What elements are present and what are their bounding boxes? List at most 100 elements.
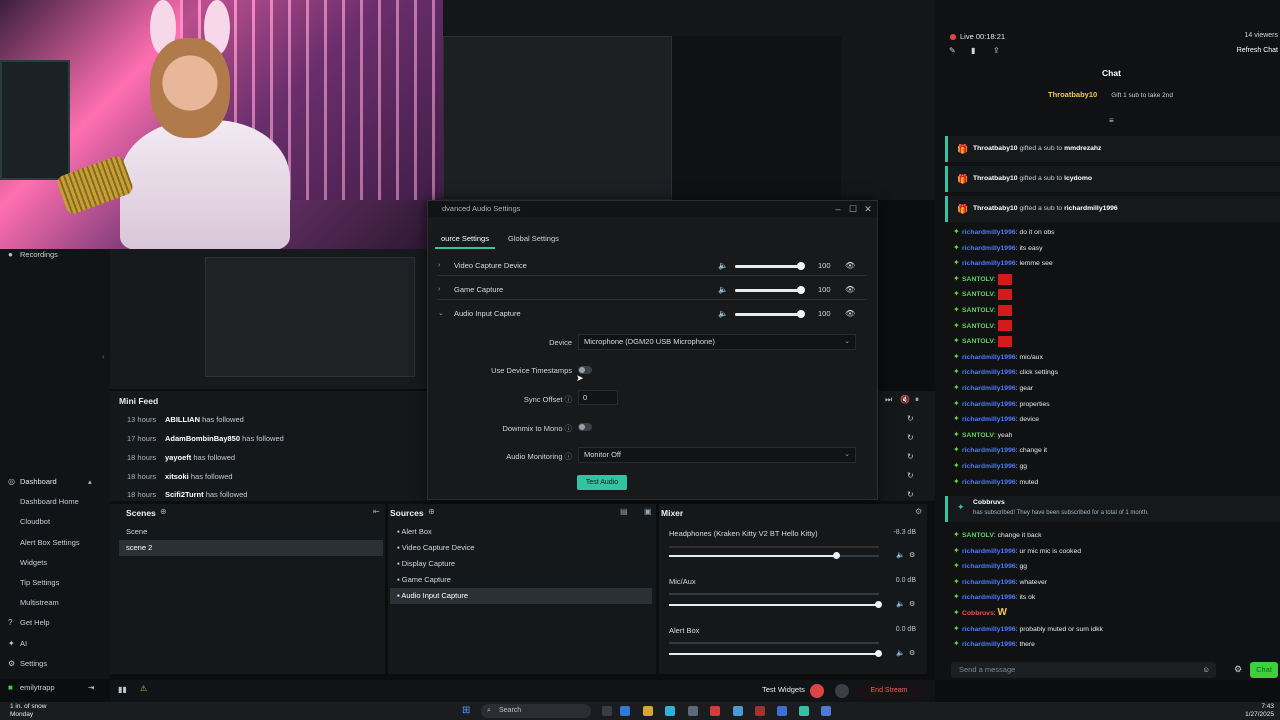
chrome-icon[interactable] xyxy=(733,706,743,716)
chat-username[interactable]: SANTOLV xyxy=(962,276,994,283)
volume-slider[interactable] xyxy=(735,262,805,270)
volume-slider[interactable] xyxy=(735,310,805,318)
replay-icon[interactable]: ↻ xyxy=(907,452,914,461)
app-icon[interactable] xyxy=(777,706,787,716)
chat-username[interactable]: richardmilly1996 xyxy=(962,354,1016,361)
taskbar-search[interactable]: ⌕ Search xyxy=(481,704,591,718)
sidebar-item-tip-settings[interactable]: Tip Settings xyxy=(0,573,110,593)
record-button[interactable] xyxy=(810,684,824,698)
gear-icon[interactable]: ⚙ xyxy=(909,600,915,608)
gear-icon[interactable]: ⚙ xyxy=(1234,664,1242,675)
chevron-down-icon[interactable]: ⌄ xyxy=(438,304,448,324)
add-source-icon[interactable]: ⊕ xyxy=(428,507,435,516)
chat-username[interactable]: SANTOLV xyxy=(962,291,994,298)
sidebar-item-ai[interactable]: ✦ AI xyxy=(0,634,110,654)
sidebar-item-alert-box-settings[interactable]: Alert Box Settings xyxy=(0,533,110,553)
help-icon[interactable]: ⓘ xyxy=(565,452,573,461)
volume-icon[interactable]: 🔈 xyxy=(718,280,728,300)
replay-icon[interactable]: ↻ xyxy=(907,433,914,442)
close-icon[interactable]: ✕ xyxy=(861,202,875,216)
volume-icon[interactable]: 🔈 xyxy=(896,551,905,559)
chat-input[interactable]: Send a message ☺ xyxy=(951,662,1216,678)
help-icon[interactable]: ⓘ xyxy=(565,395,573,404)
eye-icon[interactable]: 👁 xyxy=(845,280,855,300)
volume-track[interactable] xyxy=(669,650,882,657)
sidebar-item-cloudbot[interactable]: Cloudbot xyxy=(0,512,110,532)
emoji-icon[interactable]: ☺ xyxy=(1202,662,1210,678)
chat-username[interactable]: richardmilly1996 xyxy=(962,479,1016,486)
chat-username[interactable]: richardmilly1996 xyxy=(962,260,1016,267)
volume-icon[interactable]: 🔈 xyxy=(896,600,905,608)
eye-icon[interactable]: 👁 xyxy=(845,304,855,324)
sidebar-item-get-help[interactable]: ? Get Help xyxy=(0,613,110,633)
chat-username[interactable]: richardmilly1996 xyxy=(962,463,1016,470)
end-stream-button[interactable]: End Stream xyxy=(854,684,924,698)
volume-icon[interactable]: 🔈 xyxy=(718,304,728,324)
source-item[interactable]: ▪ Alert Box xyxy=(390,524,652,540)
file-explorer-icon[interactable] xyxy=(643,706,653,716)
chat-username[interactable]: richardmilly1996 xyxy=(962,229,1016,236)
chat-username[interactable]: richardmilly1996 xyxy=(962,245,1016,252)
skip-icon[interactable]: ⏭ xyxy=(885,395,892,405)
eye-icon[interactable]: 👁 xyxy=(845,256,855,276)
source-row[interactable]: › Game Capture 🔈 100 👁 xyxy=(438,280,866,300)
scene-item[interactable]: Scene xyxy=(119,524,383,540)
scene-item-selected[interactable]: scene 2 xyxy=(119,540,383,556)
sidebar-item-dashboard-home[interactable]: Dashboard Home xyxy=(0,492,110,512)
dialog-titlebar[interactable]: dvanced Audio Settings – ☐ ✕ xyxy=(428,201,877,217)
chat-username[interactable]: richardmilly1996 xyxy=(962,385,1016,392)
chat-send-button[interactable]: Chat xyxy=(1250,662,1278,678)
app-icon[interactable] xyxy=(710,706,720,716)
app-icon[interactable] xyxy=(755,706,765,716)
replay-icon[interactable]: ↻ xyxy=(907,414,914,423)
add-scene-icon[interactable]: ⊕ xyxy=(160,507,167,516)
mute-icon[interactable]: 🔇 xyxy=(900,395,910,404)
transition-icon[interactable]: ⇤ xyxy=(373,507,380,516)
device-select[interactable]: Microphone (DGM20 USB Microphone) ⌄ xyxy=(578,334,856,350)
volume-track[interactable] xyxy=(669,552,879,559)
bookmark-icon[interactable]: ▮ xyxy=(971,46,975,55)
replay-buffer-button[interactable] xyxy=(835,684,849,698)
sidebar-item-dashboard[interactable]: ◎ Dashboard ▴ xyxy=(0,472,110,492)
chevron-right-icon[interactable]: › xyxy=(438,280,448,300)
share-icon[interactable]: ⇪ xyxy=(993,46,1000,55)
sidebar-item-multistream[interactable]: Multistream xyxy=(0,593,110,613)
source-row[interactable]: › Video Capture Device 🔈 100 👁 xyxy=(438,256,866,276)
sidebar-item-widgets[interactable]: Widgets xyxy=(0,553,110,573)
maximize-icon[interactable]: ☐ xyxy=(846,202,860,216)
refresh-chat-button[interactable]: Refresh Chat xyxy=(1237,47,1278,54)
warning-icon[interactable]: ⚠ xyxy=(140,684,147,693)
sidebar-item-settings[interactable]: ⚙ Settings xyxy=(0,654,110,674)
source-item[interactable]: ▪ Game Capture xyxy=(390,572,652,588)
source-item-selected[interactable]: ▪ Audio Input Capture xyxy=(390,588,652,604)
edge-icon[interactable] xyxy=(620,706,630,716)
chat-username[interactable]: richardmilly1996 xyxy=(962,548,1016,555)
audio-monitoring-select[interactable]: Monitor Off ⌄ xyxy=(578,447,856,463)
chevron-right-icon[interactable]: › xyxy=(438,256,448,276)
chat-username[interactable]: SANTOLV xyxy=(962,323,994,330)
add-folder-icon[interactable]: ▣ xyxy=(644,507,652,516)
chat-username[interactable]: richardmilly1996 xyxy=(962,369,1016,376)
downmix-to-mono-toggle[interactable] xyxy=(578,423,592,431)
gear-icon[interactable]: ⚙ xyxy=(909,649,915,657)
stats-icon[interactable]: ▮▮ xyxy=(118,685,127,694)
app-icon[interactable] xyxy=(665,706,675,716)
chat-username[interactable]: richardmilly1996 xyxy=(962,447,1016,454)
app-icon[interactable] xyxy=(688,706,698,716)
volume-track[interactable] xyxy=(669,601,882,608)
volume-slider[interactable] xyxy=(735,286,805,294)
gear-icon[interactable]: ⚙ xyxy=(915,507,922,516)
chat-username[interactable]: richardmilly1996 xyxy=(962,594,1016,601)
chat-username[interactable]: SANTOLV xyxy=(962,532,994,539)
chat-username[interactable]: SANTOLV xyxy=(962,338,994,345)
app-icon[interactable] xyxy=(821,706,831,716)
edit-icon[interactable]: ✎ xyxy=(949,46,956,55)
source-item[interactable]: ▪ Display Capture xyxy=(390,556,652,572)
folder-icon[interactable]: ▤ xyxy=(620,507,628,516)
chat-username[interactable]: richardmilly1996 xyxy=(962,579,1016,586)
chat-username[interactable]: richardmilly1996 xyxy=(962,626,1016,633)
weather-widget[interactable]: 1 in. of snow Monday xyxy=(10,703,47,719)
chat-username[interactable]: richardmilly1996 xyxy=(962,641,1016,648)
source-row-expanded[interactable]: ⌄ Audio Input Capture 🔈 100 👁 xyxy=(438,304,866,324)
replay-icon[interactable]: ↻ xyxy=(907,471,914,480)
